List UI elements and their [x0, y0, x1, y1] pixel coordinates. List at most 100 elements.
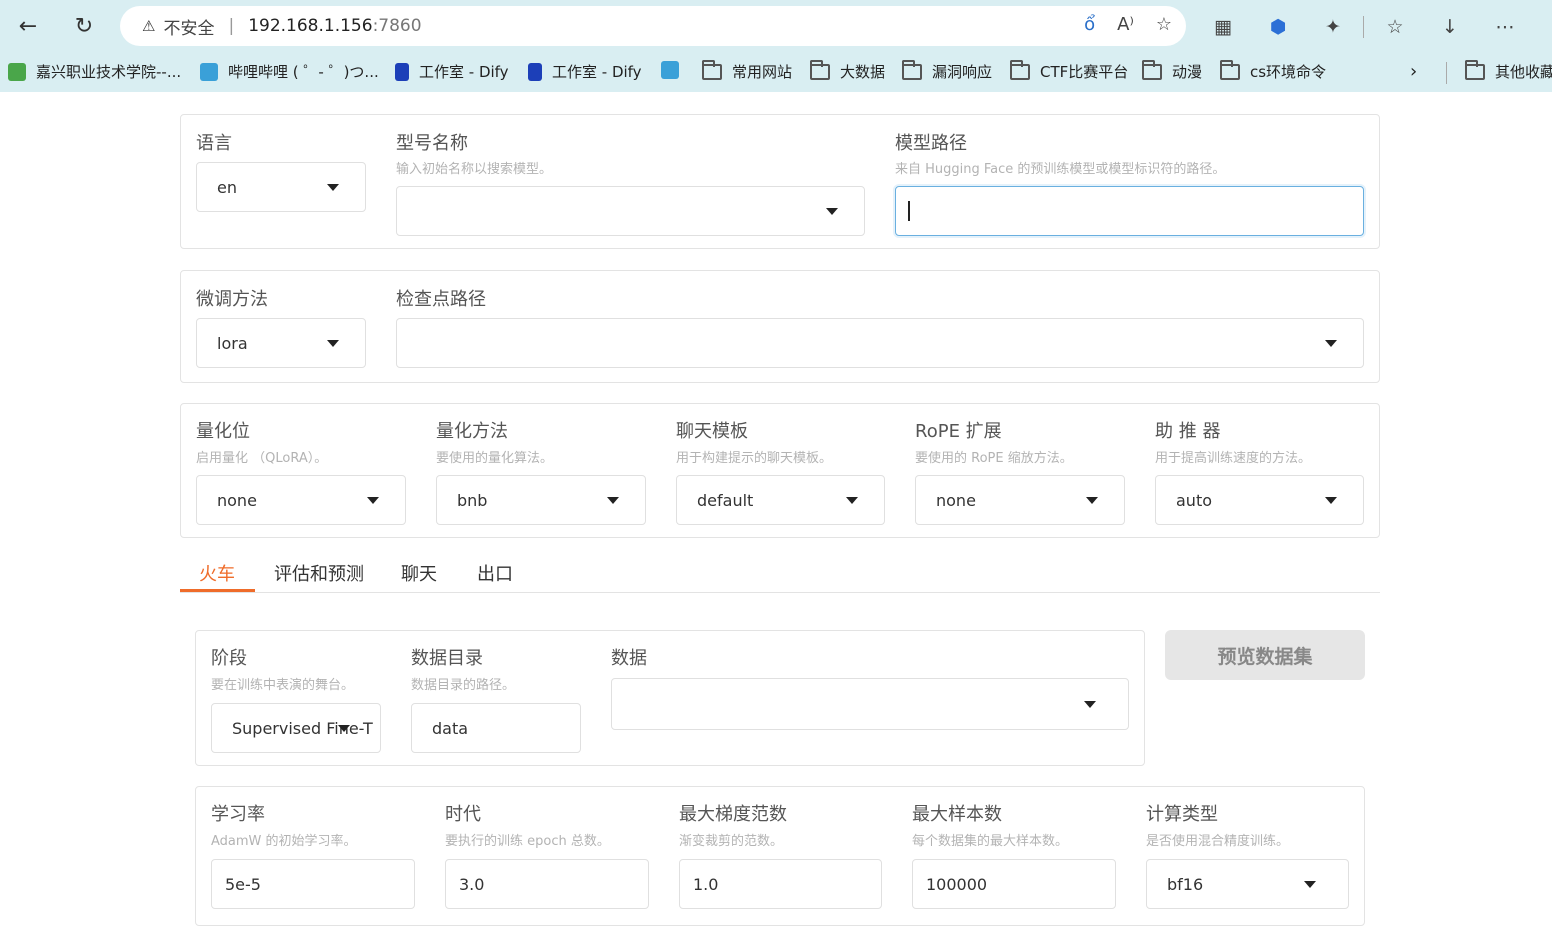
quant-bit-hint: 启用量化 （QLoRA）。 — [196, 451, 328, 466]
quant-method-hint: 要使用的量化算法。 — [436, 451, 554, 466]
learning-rate-input[interactable]: 5e-5 — [211, 859, 415, 909]
bookmark-item[interactable] — [661, 61, 689, 79]
bookmark-folder[interactable]: 其他收藏 — [1465, 59, 1552, 82]
booster-select[interactable]: auto — [1155, 475, 1364, 525]
quant-method-select[interactable]: bnb — [436, 475, 646, 525]
template-select[interactable]: default — [676, 475, 885, 525]
folder-icon — [1142, 59, 1162, 80]
model-path-label: 模型路径 — [895, 133, 967, 154]
max-samples-label: 最大样本数 — [912, 804, 1002, 825]
bookmark-folder[interactable]: 动漫 — [1142, 59, 1202, 82]
browser-toolbar: ← ↻ ⚠ 不安全 | 192.168.1.156:7860 ổ A⁾ ☆ ▦ … — [0, 0, 1552, 52]
epochs-input[interactable]: 3.0 — [445, 859, 649, 909]
download-icon[interactable]: ↓ — [1435, 12, 1465, 42]
language-select[interactable]: en — [196, 162, 366, 212]
booster-label: 助 推 器 — [1155, 421, 1221, 442]
bookmark-folder[interactable]: 漏洞响应 — [902, 59, 992, 82]
compute-type-select[interactable]: bf16 — [1146, 859, 1349, 909]
caret-down-icon — [1304, 881, 1316, 888]
language-label: 语言 — [196, 133, 232, 154]
caret-down-icon — [846, 497, 858, 504]
max-grad-norm-label: 最大梯度范数 — [679, 804, 787, 825]
quant-method-label: 量化方法 — [436, 421, 508, 442]
epochs-label: 时代 — [445, 804, 481, 825]
favorites-icon[interactable]: ☆ — [1380, 12, 1410, 42]
bookmark-folder[interactable]: CTF比赛平台 — [1010, 59, 1128, 82]
tab-train[interactable]: 火车 — [199, 560, 235, 586]
rope-label: RoPE 扩展 — [915, 421, 1002, 442]
dataset-panel: 阶段 要在训练中表演的舞台。 Supervised Fine-T 数据目录 数据… — [195, 630, 1145, 766]
finetune-method-label: 微调方法 — [196, 289, 268, 310]
text-cursor — [908, 201, 910, 221]
bookmark-item[interactable]: 工作室 - Dify — [395, 61, 509, 82]
more-menu-icon[interactable]: ⋯ — [1490, 12, 1520, 42]
preview-dataset-button[interactable]: 预览数据集 — [1165, 630, 1365, 680]
max-grad-norm-hint: 渐变裁剪的范数。 — [679, 834, 784, 849]
rope-select[interactable]: none — [915, 475, 1125, 525]
checkpoint-path-label: 检查点路径 — [396, 289, 486, 310]
url-host: 192.168.1.156 — [248, 16, 373, 36]
folder-icon — [702, 59, 722, 80]
bookmark-folder[interactable]: cs环境命令 — [1220, 59, 1326, 82]
extension-icon[interactable]: ▦ — [1208, 12, 1238, 42]
dataset-dir-input[interactable]: data — [411, 703, 581, 753]
model-name-label: 型号名称 — [396, 133, 468, 154]
model-name-hint: 输入初始名称以搜索模型。 — [396, 162, 553, 177]
page-content: 语言 en 型号名称 输入初始名称以搜索模型。 模型路径 来自 Hugging … — [0, 92, 1552, 926]
hyperparams-panel: 学习率 AdamW 的初始学习率。 5e-5 时代 要执行的训练 epoch 总… — [195, 786, 1365, 926]
bilibili-icon — [200, 62, 218, 81]
tab-evaluate[interactable]: 评估和预测 — [274, 560, 364, 586]
caret-down-icon — [607, 497, 619, 504]
dify-icon — [395, 62, 409, 81]
bookmark-item[interactable]: 嘉兴职业技术学院--... — [8, 61, 181, 82]
dataset-label: 数据 — [611, 648, 647, 669]
caret-down-icon — [367, 497, 379, 504]
bookmark-folder[interactable]: 大数据 — [810, 59, 885, 82]
quant-bit-select[interactable]: none — [196, 475, 406, 525]
caret-down-icon — [1325, 340, 1337, 347]
stage-select[interactable]: Supervised Fine-T — [211, 703, 381, 753]
dataset-dir-label: 数据目录 — [411, 648, 483, 669]
reload-icon[interactable]: ↻ — [68, 10, 100, 42]
folder-icon — [1465, 59, 1485, 80]
bookmark-item[interactable]: 工作室 - Dify — [528, 61, 642, 82]
dataset-select[interactable] — [611, 678, 1129, 730]
school-icon — [8, 62, 26, 81]
puzzle-icon[interactable]: ✦ — [1318, 12, 1348, 42]
folder-icon — [902, 59, 922, 80]
compute-type-label: 计算类型 — [1146, 804, 1218, 825]
language-value: en — [217, 177, 237, 197]
security-label: 不安全 — [163, 18, 215, 39]
favorite-star-icon[interactable]: ☆ — [1156, 14, 1172, 35]
stage-hint: 要在训练中表演的舞台。 — [211, 678, 355, 693]
stage-label: 阶段 — [211, 648, 247, 669]
bookmark-folder[interactable]: 常用网站 — [702, 59, 792, 82]
model-path-input[interactable] — [895, 186, 1364, 236]
template-hint: 用于构建提示的聊天模板。 — [676, 451, 833, 466]
bookmark-item[interactable]: 哔哩哔哩 ( ゜- ゜)つ... — [200, 61, 379, 82]
main-tabs: 火车 评估和预测 聊天 出口 — [180, 548, 1380, 593]
max-grad-norm-input[interactable]: 1.0 — [679, 859, 882, 909]
tab-chat[interactable]: 聊天 — [401, 560, 437, 586]
warning-icon: ⚠ — [142, 17, 156, 35]
folder-icon — [1010, 59, 1030, 80]
learning-rate-label: 学习率 — [211, 804, 265, 825]
back-icon[interactable]: ← — [12, 10, 44, 42]
translate-icon[interactable]: ổ — [1084, 14, 1095, 35]
caret-down-icon — [327, 184, 339, 191]
model-name-select[interactable] — [396, 186, 865, 236]
max-samples-input[interactable]: 100000 — [912, 859, 1116, 909]
caret-down-icon — [1086, 497, 1098, 504]
checkpoint-path-select[interactable] — [396, 318, 1364, 368]
extension-cube-icon[interactable]: ⬢ — [1263, 12, 1293, 42]
rope-hint: 要使用的 RoPE 缩放方法。 — [915, 451, 1073, 466]
read-aloud-icon[interactable]: A⁾ — [1117, 14, 1134, 35]
dify-icon — [528, 62, 542, 81]
url-port: :7860 — [372, 16, 422, 36]
model-panel: 语言 en 型号名称 输入初始名称以搜索模型。 模型路径 来自 Hugging … — [180, 114, 1380, 249]
address-bar[interactable]: ⚠ 不安全 | 192.168.1.156:7860 ổ A⁾ ☆ — [120, 6, 1186, 46]
template-label: 聊天模板 — [676, 421, 748, 442]
chevron-right-icon[interactable]: › — [1410, 61, 1417, 82]
finetune-method-select[interactable]: lora — [196, 318, 366, 368]
tab-export[interactable]: 出口 — [477, 560, 513, 586]
